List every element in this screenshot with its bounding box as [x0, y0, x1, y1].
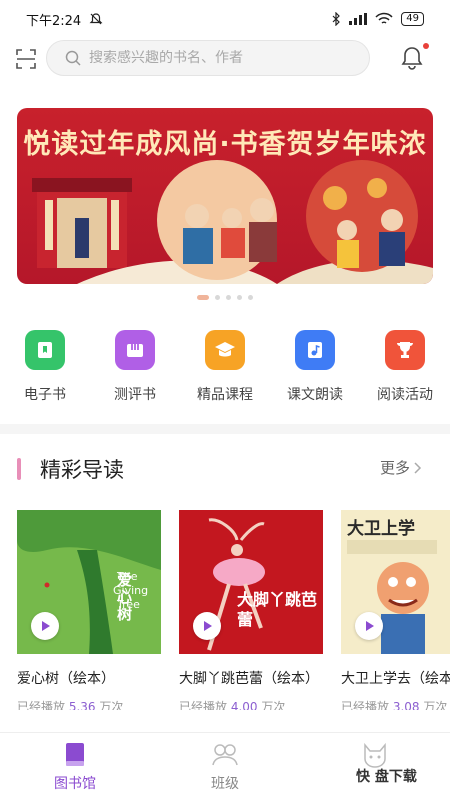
notification-bell-icon[interactable] [398, 44, 426, 72]
test-icon [115, 330, 155, 370]
cover-title-text: 大脚丫跳芭蕾 [237, 590, 318, 629]
course-icon [205, 330, 245, 370]
play-button[interactable] [193, 612, 221, 640]
carousel-dot[interactable] [248, 295, 253, 300]
scan-icon[interactable] [14, 47, 38, 71]
tab-library-label: 图书馆 [54, 776, 96, 792]
banner-illustration [32, 160, 433, 284]
trophy-icon [385, 330, 425, 370]
menu-ebook-label: 电子书 [24, 387, 66, 403]
play-unit: 万次 [99, 700, 124, 710]
play-unit: 万次 [423, 700, 448, 710]
book-play-count: 已经播放 3.08 万次 [341, 698, 450, 710]
menu-reading-activity-label: 阅读活动 [377, 387, 433, 403]
tab-class-label: 班级 [211, 776, 239, 792]
cat-face-icon [364, 742, 386, 768]
promo-banner[interactable]: 悦读过年成风尚·书香贺岁年味浓 [17, 108, 433, 284]
status-bar: 下午2:24 49 [0, 0, 450, 38]
played-prefix: 已经播放 [179, 700, 228, 710]
status-time: 下午2:24 [26, 13, 82, 29]
played-prefix: 已经播放 [341, 700, 390, 710]
carousel-dot[interactable] [215, 295, 220, 300]
book-play-count: 已经播放 4.00 万次 [179, 698, 323, 710]
wifi-icon [375, 12, 393, 24]
bluetooth-icon [332, 12, 341, 26]
search-box[interactable] [46, 40, 370, 76]
more-label: 更多 [380, 459, 411, 477]
tab-class[interactable]: 班级 [150, 733, 300, 800]
menu-read-aloud[interactable]: 课文朗读 [270, 330, 360, 404]
book-card[interactable]: 大脚丫跳芭蕾 大脚丫跳芭蕾（绘本） 已经播放 4.00 万次 [179, 510, 323, 710]
menu-test-book-label: 测评书 [114, 387, 156, 403]
menu-reading-activity[interactable]: 阅读活动 [360, 330, 450, 404]
ebook-icon [25, 330, 65, 370]
mute-bell-icon [89, 13, 103, 25]
menu-course[interactable]: 精品课程 [180, 330, 270, 404]
cover-title-text: 大卫上学 [347, 519, 415, 539]
play-count: 3.08 [392, 700, 420, 710]
battery-indicator: 49 [401, 12, 424, 26]
carousel-dot[interactable] [237, 295, 242, 300]
book-play-count: 已经播放 5.36 万次 [17, 698, 161, 710]
menu-read-aloud-label: 课文朗读 [287, 387, 343, 403]
section-divider [0, 424, 450, 434]
featured-books-list: The Giving Tree 爱心树 爱心树（绘本） 已经播放 5.36 万次 [17, 510, 450, 710]
book-title[interactable]: 爱心树（绘本） [17, 668, 161, 688]
book-card[interactable]: The Giving Tree 爱心树 爱心树（绘本） 已经播放 5.36 万次 [17, 510, 161, 710]
play-unit: 万次 [261, 700, 286, 710]
played-prefix: 已经播放 [17, 700, 66, 710]
book-cover[interactable]: The Giving Tree 爱心树 [17, 510, 161, 654]
section-title: 精彩导读 [40, 458, 124, 482]
play-button[interactable] [31, 612, 59, 640]
play-count: 5.36 [68, 700, 96, 710]
more-link[interactable]: 更多 [380, 457, 422, 478]
book-title[interactable]: 大卫上学去（绘本） [341, 668, 450, 688]
play-count: 4.00 [230, 700, 258, 710]
carousel-dot[interactable] [226, 295, 231, 300]
section-accent-bar [17, 458, 21, 480]
carousel-dot-active[interactable] [197, 295, 209, 300]
play-button[interactable] [355, 612, 383, 640]
banner-title: 悦读过年成风尚·书香贺岁年味浓 [23, 129, 427, 160]
book-cover[interactable]: 大脚丫跳芭蕾 [179, 510, 323, 654]
notification-badge [423, 43, 429, 49]
menu-test-book[interactable]: 测评书 [90, 330, 180, 404]
search-input[interactable] [89, 50, 339, 66]
watermark-logo: 快 盘下载 [356, 769, 417, 785]
library-book-icon [66, 743, 84, 766]
book-cover[interactable]: 大卫上学 [341, 510, 450, 654]
class-people-icon [212, 744, 238, 766]
book-title[interactable]: 大脚丫跳芭蕾（绘本） [179, 668, 323, 688]
play-icon [204, 621, 212, 631]
featured-section-header: 精彩导读 更多 [0, 452, 450, 486]
play-icon [366, 621, 374, 631]
chevron-right-icon [414, 461, 422, 474]
menu-ebook[interactable]: 电子书 [0, 330, 90, 404]
carousel-indicator [0, 295, 450, 300]
menu-course-label: 精品课程 [197, 387, 253, 403]
signal-icon [349, 13, 368, 25]
search-icon [65, 50, 81, 66]
tab-library[interactable]: 图书馆 [0, 733, 150, 800]
read-aloud-icon [295, 330, 335, 370]
quick-menu: 电子书 测评书 精品课程 课文朗读 阅读活动 [0, 330, 450, 404]
search-row [0, 40, 450, 78]
book-card[interactable]: 大卫上学 大卫上学去（绘本） 已经播放 3.08 万次 [341, 510, 450, 710]
play-icon [42, 621, 50, 631]
cover-title-text: 爱心树 [117, 571, 133, 623]
